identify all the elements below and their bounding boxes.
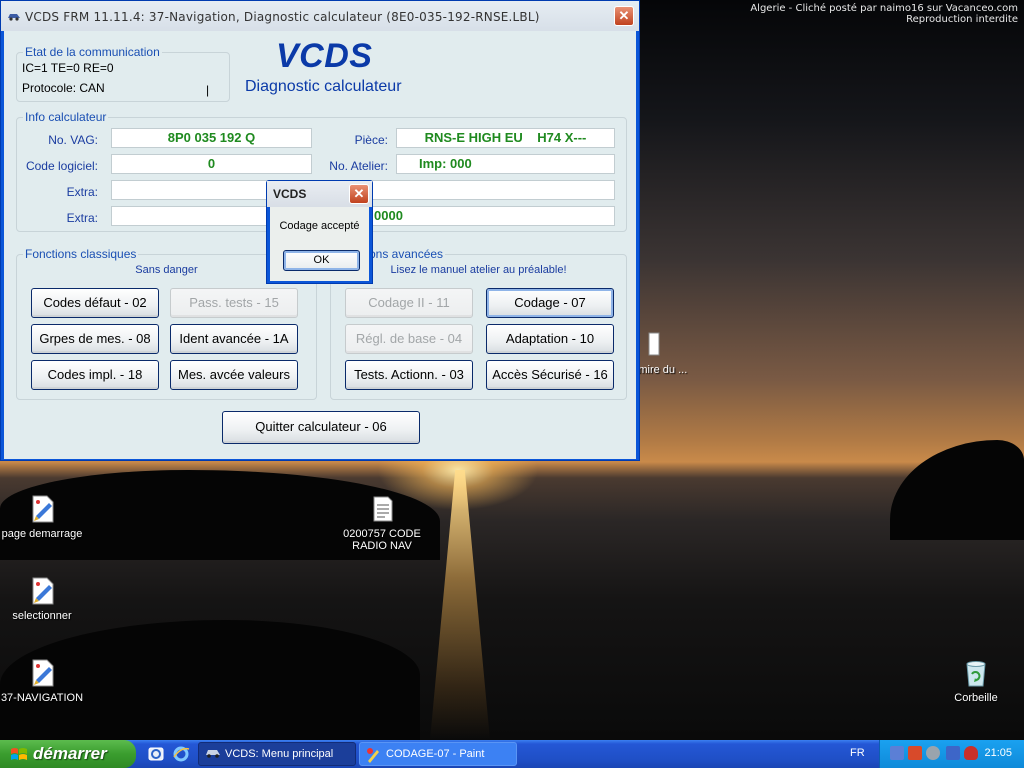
advanced-id-button[interactable]: Ident avancée - 1A [170, 324, 298, 354]
piece-value[interactable]: RNS-E HIGH EU H74 X--- [396, 128, 615, 148]
vcds-window-title: VCDS FRM 11.11.4: 37-Navigation, Diagnos… [25, 10, 540, 24]
security-shield-icon[interactable] [964, 746, 978, 760]
desktop-icon-page-demarrage[interactable]: page demarrage [0, 494, 84, 540]
car-icon [206, 750, 220, 758]
recycle-bin-icon [966, 661, 986, 687]
close-button[interactable]: ✕ [614, 6, 634, 26]
wallpaper-watermark: Algerie - Cliché posté par naimo16 sur V… [750, 3, 1018, 25]
desktop-icon-label: page demarrage [1, 528, 83, 540]
comm-status-legend: Etat de la communication [25, 45, 160, 59]
security-access-button[interactable]: Accès Sécurisé - 16 [486, 360, 614, 390]
desktop-icon-selectionner[interactable]: selectionner [0, 576, 84, 622]
ok-button[interactable]: OK [283, 250, 360, 271]
measuring-blocks-button[interactable]: Grpes de mes. - 08 [31, 324, 159, 354]
desktop-icon-label: 37-NAVIGATION [0, 692, 84, 704]
outlook-express-icon[interactable] [147, 745, 165, 763]
windows-logo-icon [11, 748, 27, 760]
vag-number-label: No. VAG: [48, 133, 98, 147]
advanced-measuring-button[interactable]: Mes. avcée valeurs [170, 360, 298, 390]
vcds-titlebar[interactable]: VCDS FRM 11.11.4: 37-Navigation, Diagnos… [1, 1, 639, 31]
paint-icon [367, 748, 379, 763]
internet-explorer-icon[interactable] [172, 745, 190, 763]
taskbar-item-label: VCDS: Menu principal [225, 748, 334, 760]
desktop-icon-code-radio-nav[interactable]: 0200757 CODE RADIO NAV [340, 494, 424, 552]
dialog-message: Codage accepté [279, 220, 360, 232]
taskbar-item-vcds[interactable]: VCDS: Menu principal [198, 742, 356, 766]
workshop-number-label: No. Atelier: [329, 159, 388, 173]
bluetooth-icon[interactable] [946, 746, 960, 760]
workshop-number-value[interactable]: Imp: 000 [396, 154, 615, 174]
text-document-icon [373, 496, 393, 522]
readiness-codes-button[interactable]: Codes impl. - 18 [31, 360, 159, 390]
vcds-brand-subtitle: Diagnostic calculateur [245, 78, 402, 95]
taskbar-item-paint[interactable]: CODAGE-07 - Paint [359, 742, 517, 766]
car-icon [8, 14, 20, 21]
dialog-title: VCDS [273, 187, 307, 201]
desktop-icon-37-navigation[interactable]: 37-NAVIGATION [0, 658, 84, 704]
software-code-label: Code logiciel: [25, 159, 98, 173]
volume-icon[interactable] [926, 746, 940, 760]
network-icon[interactable] [890, 746, 904, 760]
readiness-tests-button[interactable]: Pass. tests - 15 [170, 288, 298, 318]
adaptation-button[interactable]: Adaptation - 10 [486, 324, 614, 354]
alert-icon[interactable] [908, 746, 922, 760]
watermark-line-1: Algerie - Cliché posté par naimo16 sur V… [750, 3, 1018, 14]
desktop-icon-label: Corbeille [954, 692, 998, 704]
advanced-functions-legend: ons avancées [369, 247, 444, 261]
taskbar: démarrer VCDS: Menu principal CODAGE-07 … [0, 740, 1024, 768]
dialog-titlebar[interactable]: VCDS ✕ [267, 181, 372, 207]
watermark-line-2: Reproduction interdite [906, 14, 1018, 25]
dialog-close-button[interactable]: ✕ [349, 184, 369, 204]
language-indicator[interactable]: FR [850, 747, 865, 759]
dialog-body: Codage accepté OK [270, 207, 369, 281]
comm-status-text: IC=1 TE=0 RE=0 [22, 61, 114, 75]
module-info-legend: Info calculateur [25, 110, 107, 124]
desktop-icon-corbeille[interactable]: Corbeille [934, 658, 1018, 704]
vag-number-value[interactable]: 8P0 035 192 Q [111, 128, 312, 148]
coding-accepted-dialog: VCDS ✕ Codage accepté OK [266, 180, 373, 284]
paint-document-icon [32, 495, 54, 523]
start-button[interactable]: démarrer [0, 740, 136, 768]
protocol-text: Protocole: CAN [22, 81, 105, 95]
paint-document-icon [32, 577, 54, 605]
right-island-silhouette [890, 440, 1024, 540]
document-icon [648, 332, 660, 356]
start-label: démarrer [33, 744, 107, 763]
extra-2-label: Extra: [66, 211, 98, 225]
taskbar-item-label: CODAGE-07 - Paint [386, 748, 485, 760]
paint-document-icon [32, 659, 54, 687]
clock: 21:05 [984, 747, 1012, 759]
comm-activity-indicator: | [206, 83, 210, 97]
piece-label: Pièce: [354, 133, 388, 147]
basic-functions-legend: Fonctions classiques [25, 247, 137, 261]
vcds-brand-title: VCDS [276, 37, 373, 75]
system-tray: 21:05 [879, 740, 1024, 768]
fault-codes-button[interactable]: Codes défaut - 02 [31, 288, 159, 318]
advanced-functions-note: Lisez le manuel atelier au préalable! [390, 264, 567, 276]
output-tests-button[interactable]: Tests. Actionn. - 03 [345, 360, 473, 390]
close-controller-button[interactable]: Quitter calculateur - 06 [222, 411, 420, 444]
coding-ii-button[interactable]: Codage II - 11 [345, 288, 473, 318]
desktop-icon-label: selectionner [12, 610, 72, 622]
software-code-value[interactable]: 0 [111, 154, 312, 174]
coding-button[interactable]: Codage - 07 [486, 288, 614, 318]
desktop-icon-label: 0200757 CODE RADIO NAV [343, 528, 421, 552]
extra-1-label: Extra: [66, 185, 98, 199]
basic-settings-button[interactable]: Régl. de base - 04 [345, 324, 473, 354]
